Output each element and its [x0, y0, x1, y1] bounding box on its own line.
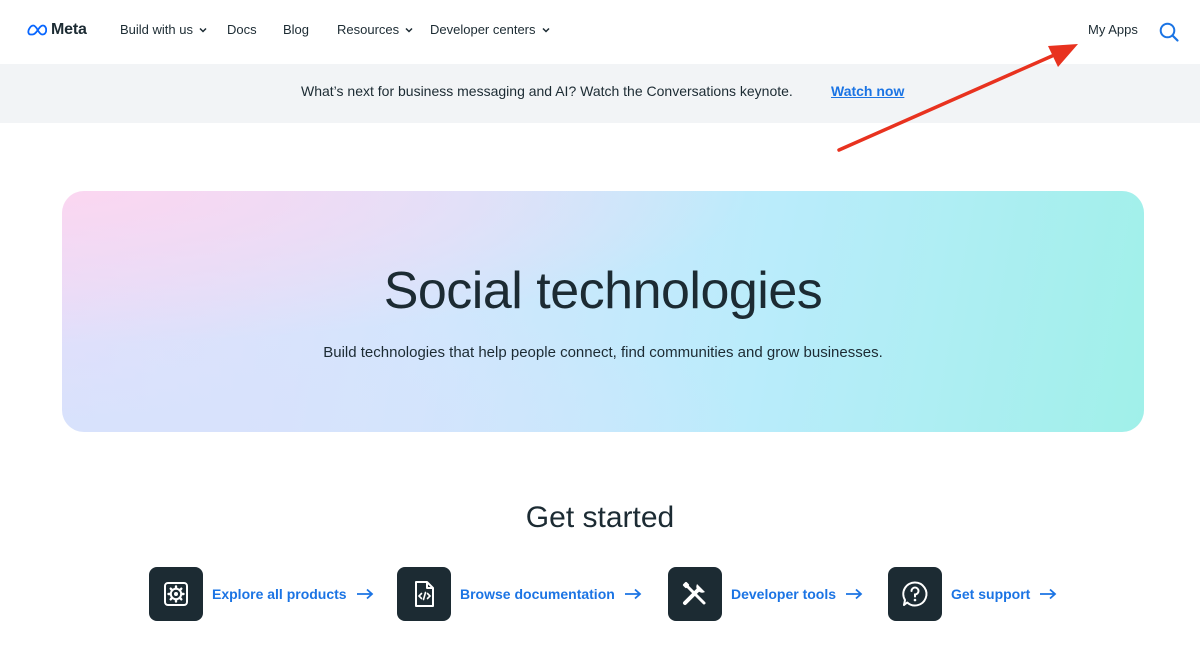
chevron-down-icon	[199, 27, 207, 33]
arrow-right-icon	[356, 588, 373, 600]
nav-developer-centers[interactable]: Developer centers	[430, 22, 550, 37]
watch-now-link[interactable]: Watch now	[831, 83, 904, 99]
nav-resources[interactable]: Resources	[337, 22, 413, 37]
chevron-down-icon	[541, 27, 550, 33]
nav-item-label: Resources	[337, 22, 400, 37]
arrow-right-icon	[846, 588, 863, 600]
chevron-down-icon	[405, 27, 413, 33]
arrow-right-icon	[1040, 588, 1057, 600]
announcement-banner: What’s next for business messaging and A…	[0, 64, 1200, 123]
explore-products-card[interactable]: Explore all products	[149, 567, 374, 621]
search-icon[interactable]	[1158, 21, 1180, 43]
top-navigation: Meta Build with us Docs Blog Resources D…	[0, 0, 1200, 64]
nav-item-label: Developer centers	[430, 22, 536, 37]
help-bubble-icon	[888, 567, 942, 621]
nav-item-label: Build with us	[120, 22, 193, 37]
meta-infinity-icon	[27, 24, 47, 36]
hero-title: Social technologies	[383, 262, 823, 320]
nav-docs[interactable]: Docs	[227, 22, 257, 37]
meta-logo[interactable]: Meta	[27, 21, 87, 39]
code-document-icon	[397, 567, 451, 621]
card-label: Browse documentation	[460, 586, 615, 602]
banner-text: What’s next for business messaging and A…	[301, 83, 793, 99]
nav-item-label: Docs	[227, 22, 257, 37]
get-support-card[interactable]: Get support	[888, 567, 1057, 621]
tools-icon	[668, 567, 722, 621]
developer-tools-card[interactable]: Developer tools	[668, 567, 863, 621]
nav-item-label: Blog	[283, 22, 310, 37]
hero-section: Social technologies Build technologies t…	[62, 191, 1144, 432]
my-apps-link[interactable]: My Apps	[1088, 22, 1138, 37]
get-started-title: Get started	[525, 501, 675, 534]
card-label: Get support	[951, 586, 1031, 602]
nav-blog[interactable]: Blog	[283, 22, 309, 37]
hero-subtitle: Build technologies that help people conn…	[323, 344, 883, 361]
card-label: Explore all products	[212, 586, 347, 602]
gear-icon	[149, 567, 203, 621]
arrow-right-icon	[624, 588, 642, 600]
logo-text: Meta	[51, 21, 87, 38]
browse-documentation-card[interactable]: Browse documentation	[397, 567, 642, 621]
nav-build-with-us[interactable]: Build with us	[120, 22, 207, 37]
card-label: Developer tools	[731, 586, 837, 602]
